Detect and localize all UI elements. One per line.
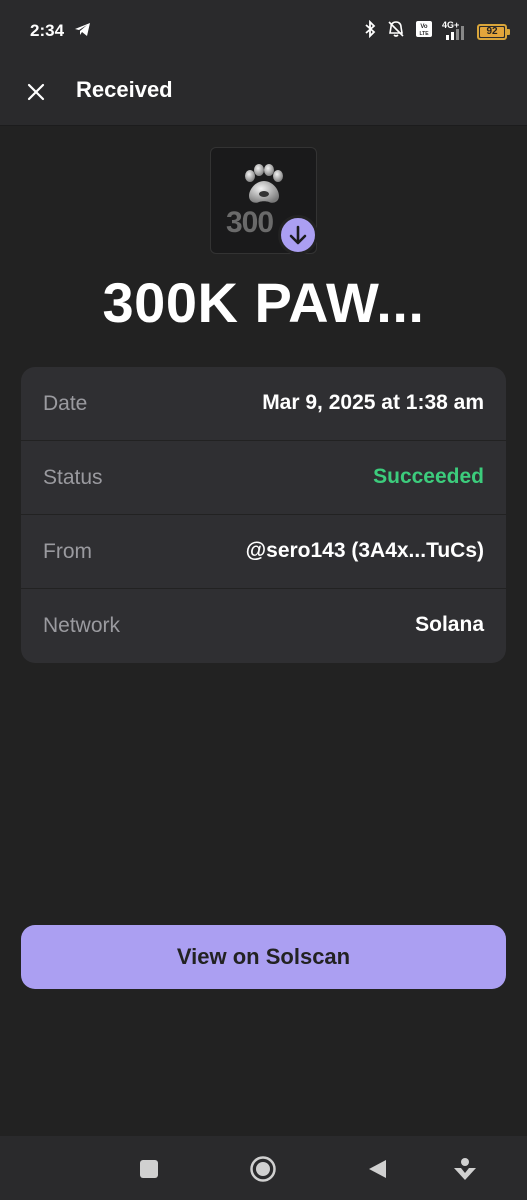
telegram-icon bbox=[74, 22, 91, 42]
home-button[interactable] bbox=[248, 1154, 278, 1184]
detail-row-status: Status Succeeded bbox=[21, 441, 506, 515]
assistant-button[interactable] bbox=[450, 1154, 480, 1184]
received-badge bbox=[278, 215, 318, 255]
signal-icon: 4G+ bbox=[442, 19, 468, 41]
svg-text:Vo: Vo bbox=[420, 24, 428, 30]
back-button[interactable] bbox=[362, 1154, 392, 1184]
app-bar: Received bbox=[0, 62, 527, 126]
page-title: Received bbox=[76, 77, 173, 102]
token-name: 300K PAW... bbox=[102, 271, 425, 334]
detail-row-network: Network Solana bbox=[21, 589, 506, 663]
date-value: Mar 9, 2025 at 1:38 am bbox=[262, 391, 484, 414]
status-time: 2:34 bbox=[30, 21, 65, 40]
status-bar: 2:34 Vo LTE 4G+ 92 bbox=[0, 0, 527, 62]
details-card: Date Mar 9, 2025 at 1:38 am Status Succe… bbox=[21, 367, 506, 663]
status-label: Status bbox=[43, 466, 103, 489]
close-icon bbox=[27, 83, 45, 101]
battery-icon: 92 bbox=[477, 23, 510, 40]
from-label: From bbox=[43, 540, 92, 563]
bluetooth-icon bbox=[363, 19, 377, 43]
back-icon bbox=[369, 1160, 386, 1178]
recents-button[interactable] bbox=[134, 1154, 164, 1184]
from-value[interactable]: @sero143 (3A4x...TuCs) bbox=[246, 539, 484, 563]
battery-level: 92 bbox=[486, 25, 498, 37]
paw-icon bbox=[245, 164, 283, 203]
system-nav-bar bbox=[0, 1136, 527, 1200]
svg-text:LTE: LTE bbox=[419, 31, 429, 37]
network-type: 4G+ bbox=[442, 19, 460, 30]
date-label: Date bbox=[43, 392, 88, 415]
volte-icon: Vo LTE bbox=[415, 20, 433, 43]
network-value: Solana bbox=[415, 613, 484, 636]
network-label: Network bbox=[43, 614, 121, 637]
status-value: Succeeded bbox=[373, 465, 484, 488]
close-button[interactable] bbox=[20, 76, 52, 108]
detail-row-from[interactable]: From @sero143 (3A4x...TuCs) bbox=[21, 515, 506, 589]
arrow-down-icon bbox=[289, 225, 307, 245]
detail-row-date: Date Mar 9, 2025 at 1:38 am bbox=[21, 367, 506, 441]
assistant-icon bbox=[454, 1158, 476, 1180]
view-on-solscan-button[interactable]: View on Solscan bbox=[21, 925, 506, 989]
recents-icon bbox=[140, 1160, 158, 1178]
token-image-text: 300 bbox=[226, 206, 274, 239]
home-icon bbox=[250, 1156, 276, 1182]
mute-icon bbox=[386, 20, 406, 43]
